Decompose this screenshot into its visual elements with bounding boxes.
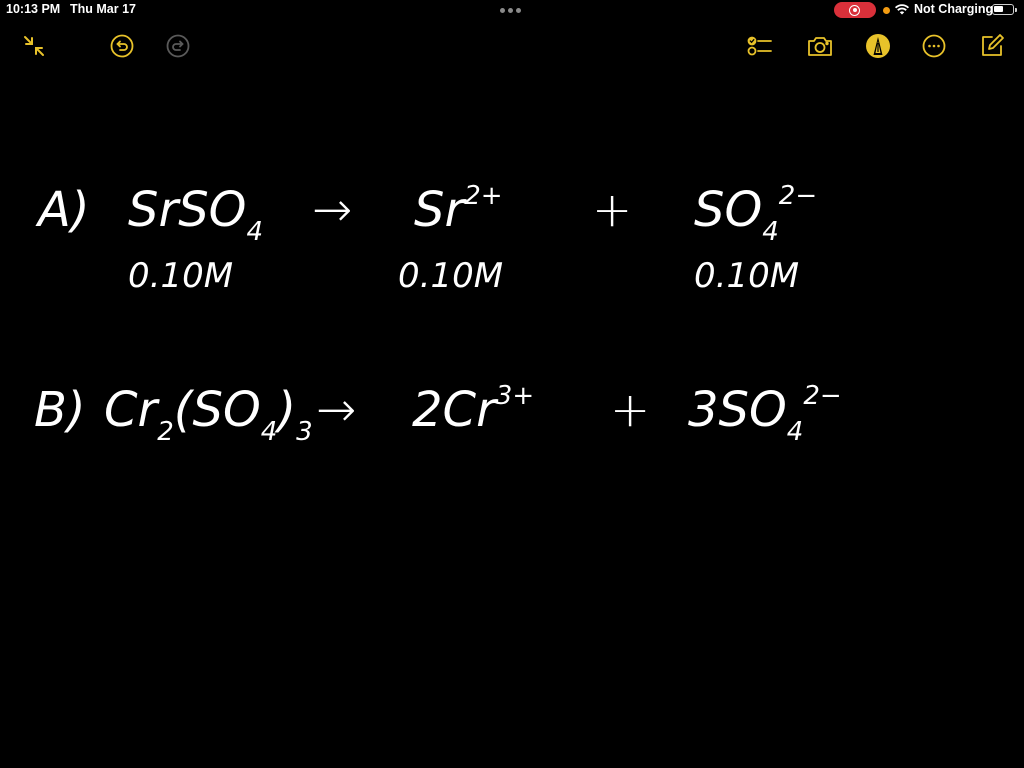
undo-icon [110,34,134,58]
reactant-part2: (SO [173,382,261,438]
product2-charge: 2− [778,181,818,211]
reactant-part1: Cr [104,382,158,438]
status-date: Thu Mar 17 [70,2,136,16]
product1-charge: 3+ [495,381,535,411]
mic-indicator-icon [883,7,890,14]
collapse-button[interactable] [21,33,47,59]
equation-a-plus: + [592,182,633,238]
reactant-sub1: 2 [157,417,174,447]
equation-b-reactant: Cr2(SO4)3 [104,382,313,447]
undo-button[interactable] [109,33,135,59]
equation-a-product1-conc: 0.10M [398,256,504,296]
equation-a-arrow: → [312,182,353,238]
product2-subscript: 4 [762,217,779,247]
status-time: 10:13 PM [6,2,61,16]
equation-a-product1: Sr2+ [414,181,503,238]
redo-icon [166,34,190,58]
reactant-sub2: 4 [260,417,278,447]
status-bar: 10:13 PM Thu Mar 17 Not Charging [0,0,1024,20]
camera-icon [808,37,832,56]
product1-charge: 2+ [464,181,503,211]
battery-icon [992,4,1017,15]
equation-b-product1: 2Cr3+ [412,381,535,438]
product2-formula: SO [718,382,787,438]
reactant-sub3: 3 [296,417,313,447]
product1-formula: Sr [414,182,465,238]
equation-a-reactant: SrSO4 [128,182,263,247]
equation-b-arrow: → [316,382,357,438]
collapse-icon [24,36,44,56]
equation-a-reactant-conc: 0.10M [128,256,234,296]
equation-a-product2: SO4 2− [694,181,818,247]
more-icon [922,34,946,58]
compose-icon [982,34,1004,56]
reactant-subscript: 4 [246,217,263,247]
multitasking-dots-icon[interactable] [500,8,521,13]
equation-a-product2-conc: 0.10M [694,256,800,296]
product2-charge: 2− [803,381,842,411]
compose-button[interactable] [979,33,1005,59]
equation-b-plus: + [610,382,651,438]
product2-formula: SO [694,182,763,238]
product1-coefficient: 2 [412,382,443,438]
equation-a-label: A) [38,182,90,238]
markup-button[interactable] [865,33,891,59]
equation-b-label: B) [34,382,86,438]
screen-recording-icon[interactable] [834,2,876,18]
charging-status: Not Charging [914,2,994,16]
checklist-icon [747,36,772,56]
wifi-icon [894,4,910,15]
reactant-formula: SrSO [128,182,247,238]
checklist-button[interactable] [747,33,773,59]
note-canvas[interactable]: A) SrSO4 0.10M → Sr2+ 0.10M + SO42− 0.10… [0,70,1024,768]
camera-button[interactable] [807,33,833,59]
product2-subscript: 4 [786,417,804,447]
redo-button[interactable] [165,33,191,59]
markup-pen-icon [866,34,890,58]
product2-coefficient: 3 [688,382,719,438]
reactant-part3: ) [277,382,297,438]
product1-formula: Cr [442,382,496,438]
more-button[interactable] [921,33,947,59]
equation-b-product2: 3SO4 2− [688,381,842,447]
